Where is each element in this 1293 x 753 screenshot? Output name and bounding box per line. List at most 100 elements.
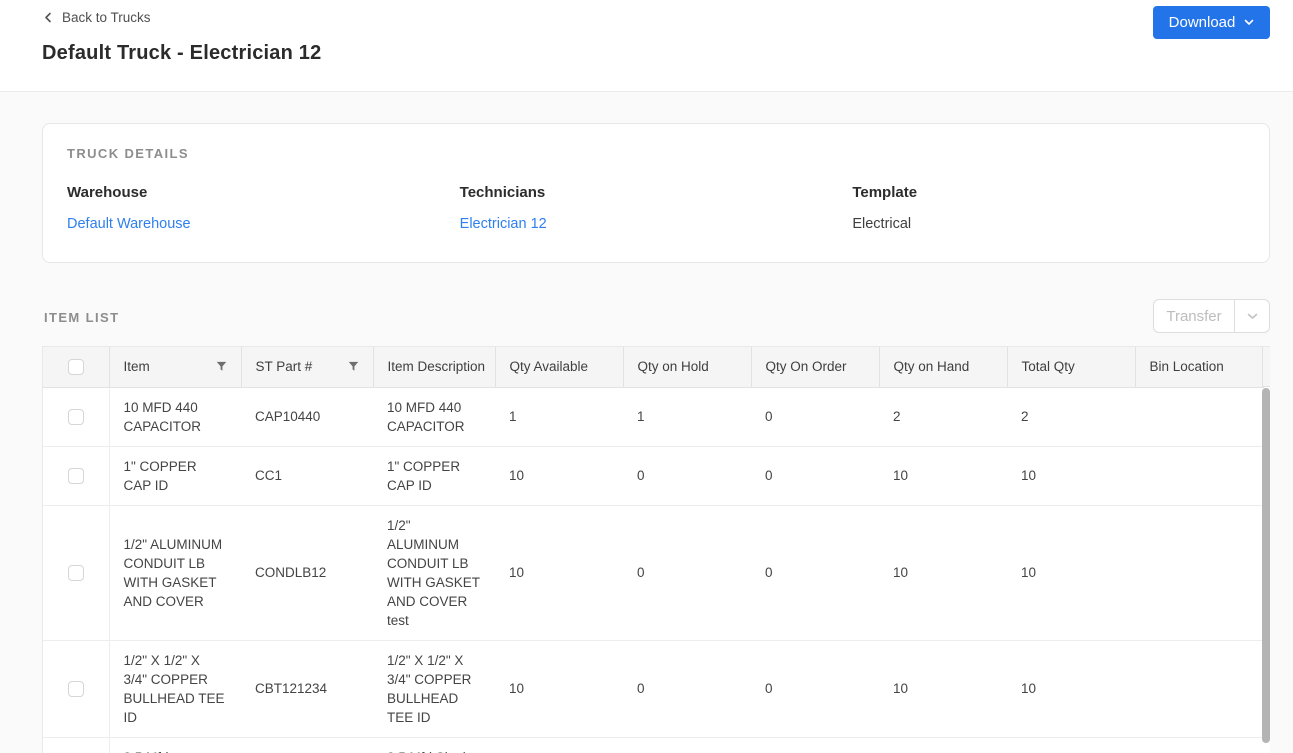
filter-icon[interactable] [216,361,227,372]
cell-qty_available: 2000 [495,737,623,753]
header-sliver [1262,347,1270,387]
table-vertical-scrollbar[interactable] [1262,388,1270,753]
download-button-label: Download [1168,14,1236,31]
cell-description: 10 MFD 440 CAPACITOR [373,387,495,447]
item-list-header: ITEM LIST Transfer [44,293,1270,333]
column-label: ST Part # [255,359,313,375]
page-title: Default Truck - Electrician 12 [42,42,322,64]
column-label: Qty Available [509,359,589,375]
table-row: 1" COPPER CAP ID CC1 1" COPPER CAP ID 10 0 0 1… [43,446,1263,506]
cell-qty_on_order: 0 [751,446,879,506]
back-link-label: Back to Trucks [62,10,151,25]
row-checkbox[interactable] [67,681,84,698]
truck-details-title: TRUCK DETAILS [67,146,189,161]
cell-qty_on_hold: 0 [623,505,751,641]
column-header-bin_location[interactable]: Bin Location [1135,347,1264,388]
chevron-left-icon [44,12,52,23]
select-all-checkbox[interactable] [67,358,84,375]
truck-details-fields: Warehouse Default Warehouse Technicians … [67,184,1245,232]
cell-item: 10 MFD 440 CAPACITOR [109,387,241,447]
cell-bin_location [1135,737,1263,753]
column-label: Qty On Order [765,359,847,375]
row-checkbox[interactable] [67,409,84,426]
column-label: Item Description [387,359,486,375]
cell-qty_on_hand: 2000 [879,737,1007,753]
cell-qty_available: 10 [495,640,623,738]
cell-description: 1/2" X 1/2" X 3/4" COPPER BULLHEAD TEE I… [373,640,495,738]
cell-st_part: CAP10440 [241,387,373,447]
transfer-split-button: Transfer [1153,299,1270,333]
row-checkbox[interactable] [67,565,84,582]
field-label: Warehouse [67,184,148,201]
warehouse-link[interactable]: Default Warehouse [67,216,191,232]
column-label: Total Qty [1021,359,1075,375]
table-row: 1/2" ALUMINUM CONDUIT LB WITH GASKET AND… [43,505,1263,641]
field-label: Template [852,184,918,201]
cell-item: 1" COPPER CAP ID [109,446,241,506]
top-bar: Back to Trucks Default Truck - Electrici… [0,0,1293,92]
cell-description: 3.5 Mfd Single Run Capacitor [373,737,495,753]
cell-total_qty: 10 [1007,505,1135,641]
column-header-item[interactable]: Item [109,347,242,388]
column-label: Bin Location [1149,359,1224,375]
item-list-title: ITEM LIST [44,310,120,325]
cell-item: 1/2" ALUMINUM CONDUIT LB WITH GASKET AND… [109,505,241,641]
cell-bin_location [1135,446,1263,506]
column-label: Qty on Hold [637,359,709,375]
cell-qty_on_order: 0 [751,640,879,738]
cell-st_part: CBT121234 [241,640,373,738]
field-label: Technicians [459,184,546,201]
cell-total_qty: 2 [1007,387,1135,447]
column-header-st_part[interactable]: ST Part # [241,347,374,388]
cell-qty_on_hand: 10 [879,446,1007,506]
column-header-qty_on_hold[interactable]: Qty on Hold [623,347,752,388]
column-label: Item [123,359,150,375]
cell-qty_on_hand: 2 [879,387,1007,447]
cell-qty_on_hand: 10 [879,505,1007,641]
table-row: 1/2" X 1/2" X 3/4" COPPER BULLHEAD TEE I… [43,640,1263,738]
back-to-trucks-link[interactable]: Back to Trucks [42,8,153,27]
cell-total_qty: 10 [1007,640,1135,738]
chevron-down-icon [1244,19,1254,26]
cell-qty_on_order: 0 [751,387,879,447]
field-template: Template Electrical [852,184,1245,232]
technician-link[interactable]: Electrician 12 [460,216,547,232]
cell-bin_location [1135,387,1263,447]
cell-st_part: CONDLB12 [241,505,373,641]
column-header-qty_on_hand[interactable]: Qty on Hand [879,347,1008,388]
scrollbar-thumb[interactable] [1262,388,1270,743]
cell-item: 1/2" X 1/2" X 3/4" COPPER BULLHEAD TEE I… [109,640,241,738]
row-checkbox[interactable] [67,468,84,485]
column-header-total_qty[interactable]: Total Qty [1007,347,1136,388]
cell-qty_on_hand: 10 [879,640,1007,738]
cell-description: 1/2" ALUMINUM CONDUIT LB WITH GASKET AND… [373,505,495,641]
cell-qty_on_hold: 0 [623,737,751,753]
transfer-button[interactable]: Transfer [1154,300,1234,332]
cell-qty_on_order: 0 [751,737,879,753]
cell-description: 1" COPPER CAP ID [373,446,495,506]
download-button[interactable]: Download [1153,6,1270,39]
chevron-down-icon [1247,313,1258,320]
cell-qty_on_hold: 0 [623,446,751,506]
cell-qty_available: 10 [495,505,623,641]
column-label: Qty on Hand [893,359,970,375]
filter-icon[interactable] [348,361,359,372]
table-row: 3.5 Mfd Capacitor -BBCAP3.5X4403.5 Mfd S… [43,737,1263,753]
field-technicians: Technicians Electrician 12 [460,184,853,232]
cell-bin_location [1135,640,1263,738]
cell-st_part: CAP3.5X440 [241,737,373,753]
cell-qty_on_order: 0 [751,505,879,641]
table-row: 10 MFD 440 CAPACITOR CAP10440 10 MFD 440 C… [43,387,1263,447]
cell-qty_on_hold: 0 [623,640,751,738]
table-header-row: Item ST Part # Item Description Qty Availab… [43,347,1264,388]
cell-total_qty: 10 [1007,446,1135,506]
cell-qty_on_hold: 1 [623,387,751,447]
template-value: Electrical [852,216,912,232]
column-header-description[interactable]: Item Description [373,347,496,388]
truck-details-card: TRUCK DETAILS Warehouse Default Warehous… [42,123,1270,263]
column-header-qty_on_order[interactable]: Qty On Order [751,347,880,388]
transfer-dropdown-toggle[interactable] [1234,300,1269,332]
column-header-qty_available[interactable]: Qty Available [495,347,624,388]
table-body: 10 MFD 440 CAPACITOR CAP10440 10 MFD 440 C… [43,387,1263,753]
cell-total_qty: 2000 [1007,737,1135,753]
